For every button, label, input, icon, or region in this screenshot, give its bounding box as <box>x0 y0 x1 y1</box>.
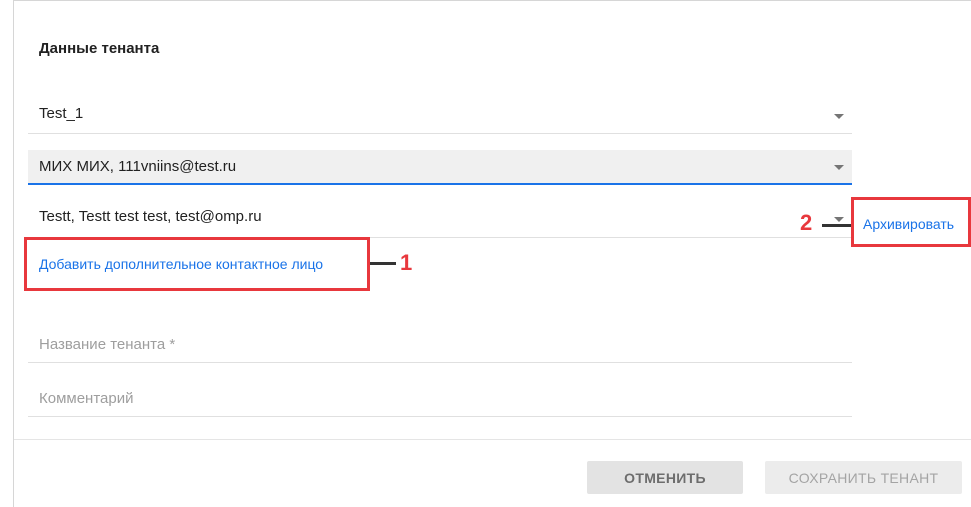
annotation-highlight-1 <box>24 237 370 291</box>
field-underline <box>28 362 852 363</box>
chevron-down-icon[interactable] <box>834 165 844 170</box>
comment-placeholder: Комментарий <box>39 390 134 407</box>
cancel-button[interactable]: ОТМЕНИТЬ <box>587 461 743 494</box>
field-underline <box>28 133 852 134</box>
additional-contact-select[interactable]: Testt, Testt test test, test@omp.ru <box>28 200 852 238</box>
annotation-number-2: 2 <box>800 210 813 235</box>
tenant-select-value: Test_1 <box>39 105 84 122</box>
annotation-line-2 <box>822 224 851 227</box>
chevron-down-icon[interactable] <box>834 114 844 119</box>
annotation-line-1 <box>370 262 396 265</box>
chevron-down-icon[interactable] <box>834 217 844 222</box>
footer-divider <box>14 439 971 440</box>
section-title: Данные тенанта <box>39 40 160 57</box>
save-tenant-button[interactable]: СОХРАНИТЬ ТЕНАНТ <box>765 461 962 494</box>
primary-contact-select[interactable]: МИХ МИХ, 111vniins@test.ru <box>28 150 852 185</box>
field-underline-focused <box>28 183 852 185</box>
additional-contact-value: Testt, Testt test test, test@omp.ru <box>39 208 262 225</box>
panel-border-top <box>13 0 971 1</box>
annotation-highlight-2 <box>851 197 971 247</box>
panel-border-left <box>13 0 14 507</box>
primary-contact-value: МИХ МИХ, 111vniins@test.ru <box>39 158 237 175</box>
annotation-number-1: 1 <box>400 250 413 275</box>
tenant-name-placeholder: Название тенанта * <box>39 336 176 353</box>
tenant-select[interactable]: Test_1 <box>28 96 852 134</box>
tenant-name-field[interactable]: Название тенанта * <box>28 331 852 363</box>
field-underline <box>28 416 852 417</box>
comment-field[interactable]: Комментарий <box>28 385 852 417</box>
